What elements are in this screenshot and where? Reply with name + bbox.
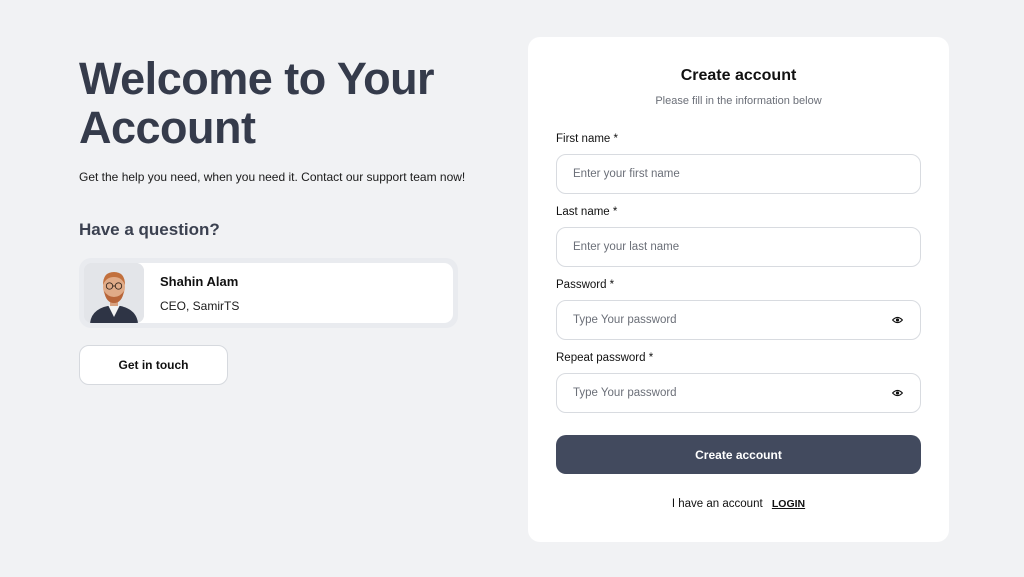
last-name-field [556,227,921,267]
question-heading: Have a question? [79,220,220,239]
page-title: Welcome to Your Account [79,53,435,153]
login-row: I have an account LOGIN [528,498,949,510]
form-subtitle: Please fill in the information below [655,95,822,107]
page: Welcome to Your Account Get the help you… [0,0,1024,577]
last-name-label: Last name * [556,206,618,218]
repeat-password-field [556,373,921,413]
login-prompt: I have an account [671,498,763,510]
eye-icon[interactable] [890,313,904,327]
repeat-password-label: Repeat password * [556,352,654,364]
page-subtitle: Get the help you need, when you need it.… [79,170,466,184]
contact-card-inner: Shahin Alam CEO, SamirTS [84,263,453,323]
get-in-touch-button[interactable]: Get in touch [79,345,228,385]
last-name-input[interactable] [573,241,904,253]
avatar [84,263,144,323]
login-link[interactable]: LOGIN [772,498,805,510]
password-label: Password * [556,279,615,291]
first-name-input[interactable] [573,168,904,180]
contact-card: Shahin Alam CEO, SamirTS [79,258,458,328]
create-account-button[interactable]: Create account [556,435,921,474]
form-title: Create account [680,67,797,84]
contact-info: Shahin Alam CEO, SamirTS [160,274,239,313]
eye-icon[interactable] [890,386,904,400]
first-name-label: First name * [556,133,618,145]
avatar-image [84,263,144,323]
password-input[interactable] [573,314,890,326]
password-field [556,300,921,340]
create-account-card: Create account Please fill in the inform… [528,37,949,542]
first-name-field [556,154,921,194]
repeat-password-input[interactable] [573,387,890,399]
contact-name: Shahin Alam [160,273,239,289]
contact-role: CEO, SamirTS [160,298,240,313]
